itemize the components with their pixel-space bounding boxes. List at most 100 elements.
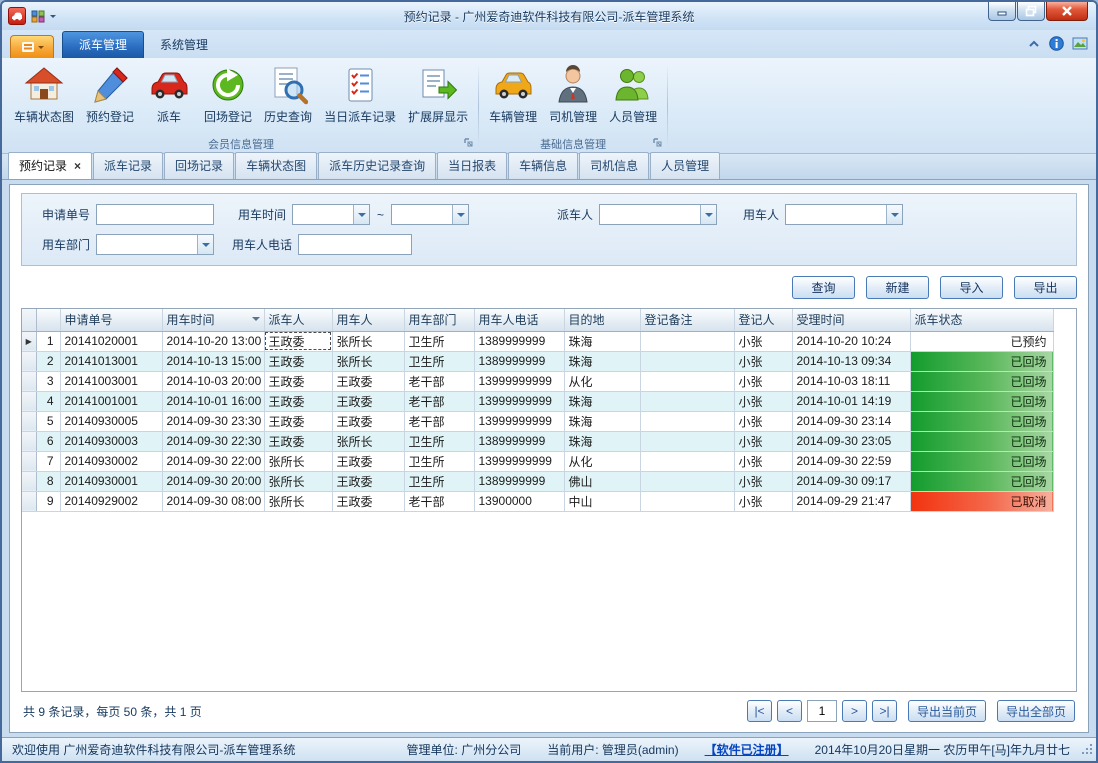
doc-tab[interactable]: 车辆状态图 xyxy=(235,152,317,179)
cell-use-time[interactable]: 2014-09-30 22:00 xyxy=(162,451,264,471)
cell-remark[interactable] xyxy=(640,391,734,411)
cell-remark[interactable] xyxy=(640,331,734,351)
cell-dept[interactable]: 老干部 xyxy=(404,491,474,511)
doc-tab[interactable]: 回场记录 xyxy=(164,152,234,179)
col-header-phone[interactable]: 用车人电话 xyxy=(474,309,564,331)
quick-access-dropdown-icon[interactable] xyxy=(50,15,56,21)
export-all-pages-button[interactable]: 导出全部页 xyxy=(997,700,1075,722)
cell-user[interactable]: 王政委 xyxy=(332,391,404,411)
export-current-page-button[interactable]: 导出当前页 xyxy=(908,700,986,722)
prev-page-button[interactable]: < xyxy=(777,700,802,722)
cell-registrar[interactable]: 小张 xyxy=(734,391,792,411)
export-button[interactable]: 导出 xyxy=(1014,276,1077,299)
cell-user[interactable]: 王政委 xyxy=(332,371,404,391)
cell-user[interactable]: 张所长 xyxy=(332,431,404,451)
cell-accept-time[interactable]: 2014-09-30 09:17 xyxy=(792,471,910,491)
quick-access-icon[interactable] xyxy=(30,9,46,23)
cell-accept-time[interactable]: 2014-10-03 18:11 xyxy=(792,371,910,391)
dispatch-button[interactable]: 派车 xyxy=(140,62,198,134)
cell-apply-no[interactable]: 20140929002 xyxy=(60,491,162,511)
cell-remark[interactable] xyxy=(640,411,734,431)
cell-remark[interactable] xyxy=(640,371,734,391)
dispatcher-combo[interactable] xyxy=(599,204,717,225)
cell-registrar[interactable]: 小张 xyxy=(734,451,792,471)
cell-dept[interactable]: 卫生所 xyxy=(404,351,474,371)
phone-input[interactable] xyxy=(298,234,412,255)
vehicle-status-chart-button[interactable]: 车辆状态图 xyxy=(8,62,80,134)
cell-dept[interactable]: 老干部 xyxy=(404,391,474,411)
col-header-user[interactable]: 用车人 xyxy=(332,309,404,331)
grid-row[interactable]: 9201409290022014-09-30 08:00张所长王政委老干部139… xyxy=(22,491,1053,511)
cell-apply-no[interactable]: 20141001001 xyxy=(60,391,162,411)
cell-registrar[interactable]: 小张 xyxy=(734,491,792,511)
cell-status[interactable]: 已回场 xyxy=(910,471,1053,491)
user-combo[interactable] xyxy=(785,204,903,225)
doc-tab[interactable]: 司机信息 xyxy=(579,152,649,179)
apply-no-input[interactable] xyxy=(96,204,214,225)
cell-dest[interactable]: 从化 xyxy=(564,451,640,471)
cell-dispatcher[interactable]: 王政委 xyxy=(264,411,332,431)
doc-tab[interactable]: 车辆信息 xyxy=(508,152,578,179)
cell-dept[interactable]: 卫生所 xyxy=(404,471,474,491)
next-page-button[interactable]: > xyxy=(842,700,867,722)
col-header-destination[interactable]: 目的地 xyxy=(564,309,640,331)
restore-button[interactable] xyxy=(1017,2,1045,21)
col-header-remark[interactable]: 登记备注 xyxy=(640,309,734,331)
grid-row[interactable]: ▶1201410200012014-10-20 13:00王政委张所长卫生所13… xyxy=(22,331,1053,351)
cell-remark[interactable] xyxy=(640,491,734,511)
cell-use-time[interactable]: 2014-09-30 08:00 xyxy=(162,491,264,511)
dialog-launcher-icon[interactable] xyxy=(464,138,473,150)
cell-phone[interactable]: 1389999999 xyxy=(474,431,564,451)
use-time-from-combo[interactable] xyxy=(292,204,370,225)
col-header-dispatcher[interactable]: 派车人 xyxy=(264,309,332,331)
doc-tab[interactable]: 派车历史记录查询 xyxy=(318,152,436,179)
cell-dest[interactable]: 珠海 xyxy=(564,351,640,371)
cell-dest[interactable]: 中山 xyxy=(564,491,640,511)
filter-dropdown-icon[interactable] xyxy=(252,317,260,325)
cell-remark[interactable] xyxy=(640,431,734,451)
cell-use-time[interactable]: 2014-09-30 23:30 xyxy=(162,411,264,431)
style-icon[interactable] xyxy=(1072,37,1088,53)
cell-remark[interactable] xyxy=(640,471,734,491)
close-tab-icon[interactable]: × xyxy=(74,159,81,173)
history-query-button[interactable]: 历史查询 xyxy=(258,62,318,134)
cell-accept-time[interactable]: 2014-09-30 22:59 xyxy=(792,451,910,471)
cell-accept-time[interactable]: 2014-09-30 23:05 xyxy=(792,431,910,451)
cell-apply-no[interactable]: 20141003001 xyxy=(60,371,162,391)
vehicle-management-button[interactable]: 车辆管理 xyxy=(483,62,543,134)
cell-dept[interactable]: 老干部 xyxy=(404,411,474,431)
resize-grip[interactable] xyxy=(1082,744,1094,759)
col-header-status[interactable]: 派车状态 xyxy=(910,309,1053,331)
col-header-registrar[interactable]: 登记人 xyxy=(734,309,792,331)
cell-dest[interactable]: 从化 xyxy=(564,371,640,391)
col-header-dept[interactable]: 用车部门 xyxy=(404,309,474,331)
cell-dept[interactable]: 卫生所 xyxy=(404,431,474,451)
cell-dispatcher[interactable]: 张所长 xyxy=(264,471,332,491)
cell-phone[interactable]: 13999999999 xyxy=(474,371,564,391)
chevron-down-icon[interactable] xyxy=(886,205,902,224)
cell-user[interactable]: 王政委 xyxy=(332,411,404,431)
doc-tab[interactable]: 预约记录× xyxy=(8,152,92,179)
cell-dept[interactable]: 卫生所 xyxy=(404,451,474,471)
cell-apply-no[interactable]: 20140930005 xyxy=(60,411,162,431)
cell-phone[interactable]: 13999999999 xyxy=(474,451,564,471)
ribbon-tab-system[interactable]: 系统管理 xyxy=(144,32,224,58)
cell-status[interactable]: 已取消 xyxy=(910,491,1053,511)
ribbon-tab-dispatch[interactable]: 派车管理 xyxy=(62,31,144,58)
cell-registrar[interactable]: 小张 xyxy=(734,351,792,371)
cell-phone[interactable]: 13999999999 xyxy=(474,391,564,411)
cell-apply-no[interactable]: 20140930002 xyxy=(60,451,162,471)
cell-use-time[interactable]: 2014-10-01 16:00 xyxy=(162,391,264,411)
cell-use-time[interactable]: 2014-10-03 20:00 xyxy=(162,371,264,391)
cell-registrar[interactable]: 小张 xyxy=(734,371,792,391)
chevron-down-icon[interactable] xyxy=(700,205,716,224)
application-menu-button[interactable] xyxy=(10,35,54,58)
doc-tab[interactable]: 当日报表 xyxy=(437,152,507,179)
cell-remark[interactable] xyxy=(640,451,734,471)
cell-dispatcher[interactable]: 张所长 xyxy=(264,491,332,511)
cell-registrar[interactable]: 小张 xyxy=(734,431,792,451)
use-time-to-combo[interactable] xyxy=(391,204,469,225)
dept-combo[interactable] xyxy=(96,234,214,255)
cell-accept-time[interactable]: 2014-10-13 09:34 xyxy=(792,351,910,371)
cell-dest[interactable]: 佛山 xyxy=(564,471,640,491)
